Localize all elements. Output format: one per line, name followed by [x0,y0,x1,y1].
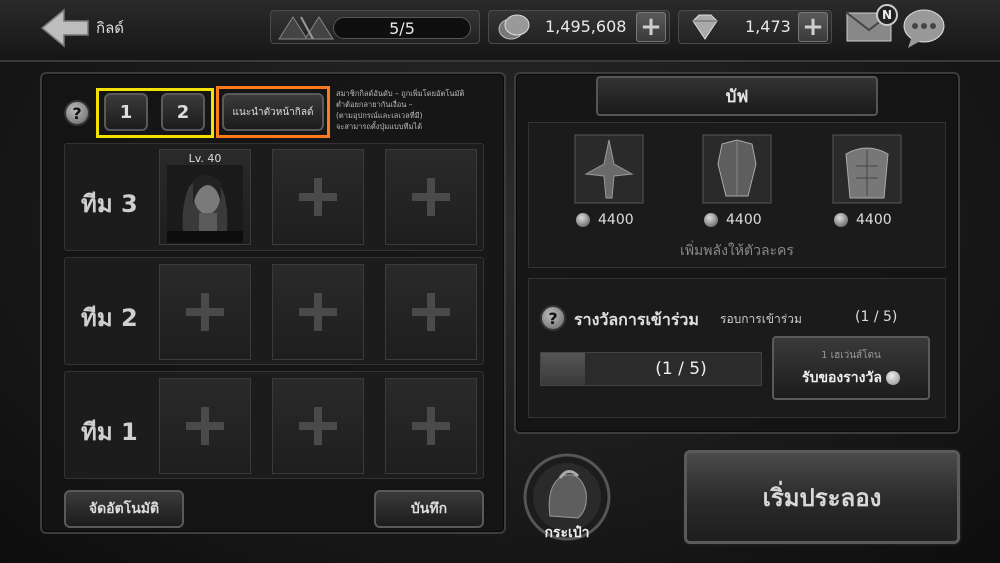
empty-slot[interactable] [272,149,364,245]
plus-icon [412,407,450,445]
page-tab-2[interactable]: 2 [161,93,205,131]
coin-icon [834,213,848,227]
mail-badge: N [876,4,898,26]
claim-label-row: รับของรางวัล [802,367,900,389]
hero-name-bar [167,231,243,243]
coins-box: 1,495,608 + [488,10,670,44]
mail-button[interactable]: N [846,4,898,44]
claim-label: รับของรางวัล [802,369,882,386]
empty-slot[interactable] [385,264,477,360]
plus-icon [412,293,450,331]
back-arrow-icon [40,8,89,48]
team-row-2: ทีม 2 [64,257,484,365]
plus-icon [412,178,450,216]
guild-recommend-button[interactable]: แนะนำตัวหน้ากิลด์ [222,93,324,131]
stamina-value: 5/5 [389,18,415,38]
stamina-icon [278,16,334,40]
gems-box: 1,473 + [678,10,832,44]
reward-help-button[interactable]: ? [540,305,566,331]
round-label: รอบการเข้าร่วม [720,312,802,326]
stamina-box: 5/5 [270,10,480,44]
buff-cost: 4400 [576,212,644,228]
plus-icon [299,407,337,445]
buff-item-body[interactable]: 4400 [832,134,902,230]
buff-title-frame: บัฟ [596,76,878,116]
stamina-bar: 5/5 [333,17,471,39]
empty-slot[interactable] [272,264,364,360]
save-button[interactable]: บันทึก [374,490,484,528]
buff-item-armor[interactable]: 4400 [702,134,772,230]
gems-value: 1,473 [745,17,791,36]
claim-sub-text: 1 เฮเว่นส์โตน [821,349,881,361]
chat-bubble-icon [903,9,945,48]
reward-progress-bar: (1 / 5) [540,352,762,386]
plus-icon [186,293,224,331]
plus-icon [186,407,224,445]
plus-icon [299,293,337,331]
empty-slot[interactable] [159,264,251,360]
start-battle-button[interactable]: เริ่มประลอง [684,450,960,544]
team-label: ทีม 2 [81,304,138,332]
chat-button[interactable] [902,6,946,50]
back-button[interactable]: กิลด์ [40,8,180,48]
start-battle-label: เริ่มประลอง [762,483,882,512]
progress-text: (1 / 5) [655,359,707,379]
auto-arrange-button[interactable]: จัดอัตโนมัติ [64,490,184,528]
bag-button[interactable]: กระเป๋า [522,452,612,542]
hero-level: Lv. 40 [188,152,222,165]
team-row-3: ทีม 3 Lv. 40 [64,143,484,251]
add-gems-button[interactable]: + [798,12,828,42]
team-row-1: ทีม 1 [64,371,484,479]
help-button[interactable]: ? [64,100,90,126]
buff-title: บัฟ [725,86,749,107]
stone-icon [885,370,900,385]
page-tab-1[interactable]: 1 [104,93,148,131]
empty-slot[interactable] [385,378,477,474]
hero-slot[interactable]: Lv. 40 [159,149,251,245]
coin-icon [704,213,718,227]
buff-description: เพิ่มพลังให้ตัวละคร [680,243,794,259]
coins-value: 1,495,608 [545,17,627,36]
team-label: ทีม 3 [81,190,138,218]
claim-reward-button[interactable]: 1 เฮเว่นส์โตน รับของรางวัล [772,336,930,400]
reward-title: รางวัลการเข้าร่วม [574,310,699,329]
body-icon [832,134,902,204]
team-label: ทีม 1 [81,418,138,446]
empty-slot[interactable] [385,149,477,245]
info-text: สมาชิกกิลด์อันดับ – ถูกเพิ่มโดยอัตโนมัติ… [336,89,465,131]
page-title: กิลด์ [96,19,125,37]
hero-portrait-icon [167,165,243,231]
buff-item-weapon[interactable]: 4400 [574,134,644,230]
silver-coin-icon [498,14,530,40]
buff-cost: 4400 [704,212,772,228]
empty-slot[interactable] [272,378,364,474]
plus-icon [299,178,337,216]
round-count: (1 / 5) [855,309,898,325]
armor-icon [702,134,772,204]
empty-slot[interactable] [159,378,251,474]
weapon-icon [574,134,644,204]
coin-icon [576,213,590,227]
diamond-icon [692,14,718,40]
add-coins-button[interactable]: + [636,12,666,42]
buff-cost: 4400 [834,212,902,228]
bag-label: กระเป๋า [544,525,590,541]
